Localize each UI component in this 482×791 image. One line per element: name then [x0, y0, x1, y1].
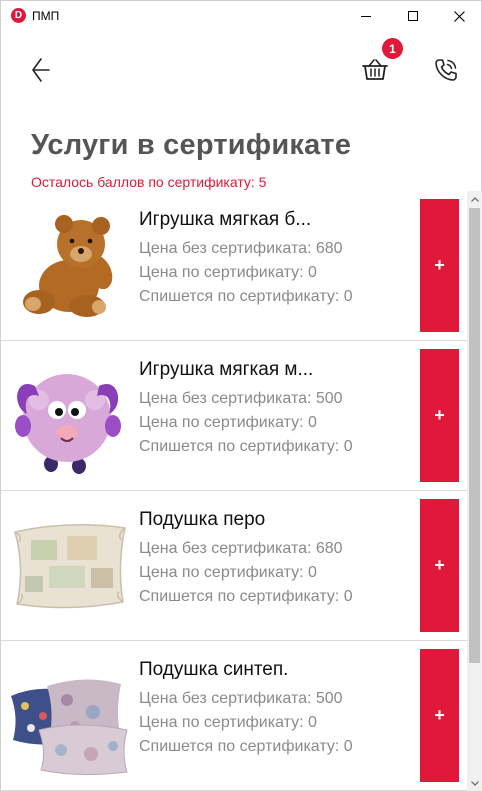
vertical-scrollbar[interactable] — [467, 191, 482, 791]
item-price-with-certificate: Цена по сертификату: 0 — [139, 564, 317, 581]
app-logo-letter: D — [14, 10, 23, 21]
item-price-with-certificate: Цена по сертификату: 0 — [139, 414, 317, 431]
services-list[interactable]: Игрушка мягкая б... Цена без сертификата… — [1, 191, 467, 791]
item-name: Игрушка мягкая м... — [139, 359, 314, 380]
close-button[interactable] — [436, 1, 482, 31]
item-points-deducted: Спишется по сертификату: 0 — [139, 288, 353, 305]
item-price-without-certificate: Цена без сертификата: 500 — [139, 690, 343, 707]
back-button[interactable] — [23, 53, 57, 87]
plush-sheep-image — [15, 374, 121, 474]
chevron-up-icon — [470, 196, 479, 202]
page-title: Услуги в сертификате — [31, 129, 352, 161]
item-price-without-certificate: Цена без сертификата: 680 — [139, 240, 343, 257]
item-points-deducted: Спишется по сертификату: 0 — [139, 738, 353, 755]
teddy-bear-image — [23, 215, 113, 317]
item-price-without-certificate: Цена без сертификата: 500 — [139, 390, 343, 407]
basket-icon — [362, 59, 388, 80]
scrollbar-thumb[interactable] — [469, 208, 480, 663]
scroll-up-button[interactable] — [467, 191, 482, 207]
app-logo-icon: D — [11, 8, 26, 23]
scroll-down-button[interactable] — [467, 775, 482, 791]
item-name: Подушка синтеп. — [139, 659, 289, 680]
add-item-button[interactable]: + — [420, 499, 459, 632]
arrow-left-icon — [32, 58, 50, 82]
list-item: Игрушка мягкая м... Цена без сертификата… — [1, 341, 467, 491]
close-icon — [453, 10, 465, 22]
add-item-button[interactable]: + — [420, 199, 459, 332]
item-name: Игрушка мягкая б... — [139, 209, 312, 230]
minimize-button[interactable] — [343, 1, 389, 31]
title-bar: D ПМП — [1, 1, 481, 31]
list-item: Игрушка мягкая б... Цена без сертификата… — [1, 191, 467, 341]
feather-pillow-image — [14, 524, 126, 609]
item-price-without-certificate: Цена без сертификата: 680 — [139, 540, 343, 557]
item-points-deducted: Спишется по сертификату: 0 — [139, 588, 353, 605]
item-name: Подушка перо — [139, 509, 266, 530]
minimize-icon — [361, 15, 371, 17]
item-price-with-certificate: Цена по сертификату: 0 — [139, 264, 317, 281]
list-item: Подушка синтеп. Цена без сертификата: 50… — [1, 641, 467, 791]
item-price-with-certificate: Цена по сертификату: 0 — [139, 714, 317, 731]
synthetic-pillows-image — [11, 679, 128, 776]
cart-count-badge: 1 — [382, 38, 403, 59]
list-item: Подушка перо Цена без сертификата: 680 Ц… — [1, 491, 467, 641]
chevron-down-icon — [470, 780, 479, 786]
window-title: ПМП — [32, 9, 60, 23]
maximize-button[interactable] — [390, 1, 436, 31]
phone-call-icon — [435, 59, 457, 81]
item-points-deducted: Спишется по сертификату: 0 — [139, 438, 353, 455]
call-button[interactable] — [429, 53, 463, 87]
maximize-icon — [408, 11, 418, 21]
add-item-button[interactable]: + — [420, 349, 459, 482]
add-item-button[interactable]: + — [420, 649, 459, 782]
app-window: D ПМП 1 Услуги в сертификате Осталось ба… — [0, 0, 482, 791]
points-remaining: Осталось баллов по сертификату: 5 — [31, 174, 267, 190]
